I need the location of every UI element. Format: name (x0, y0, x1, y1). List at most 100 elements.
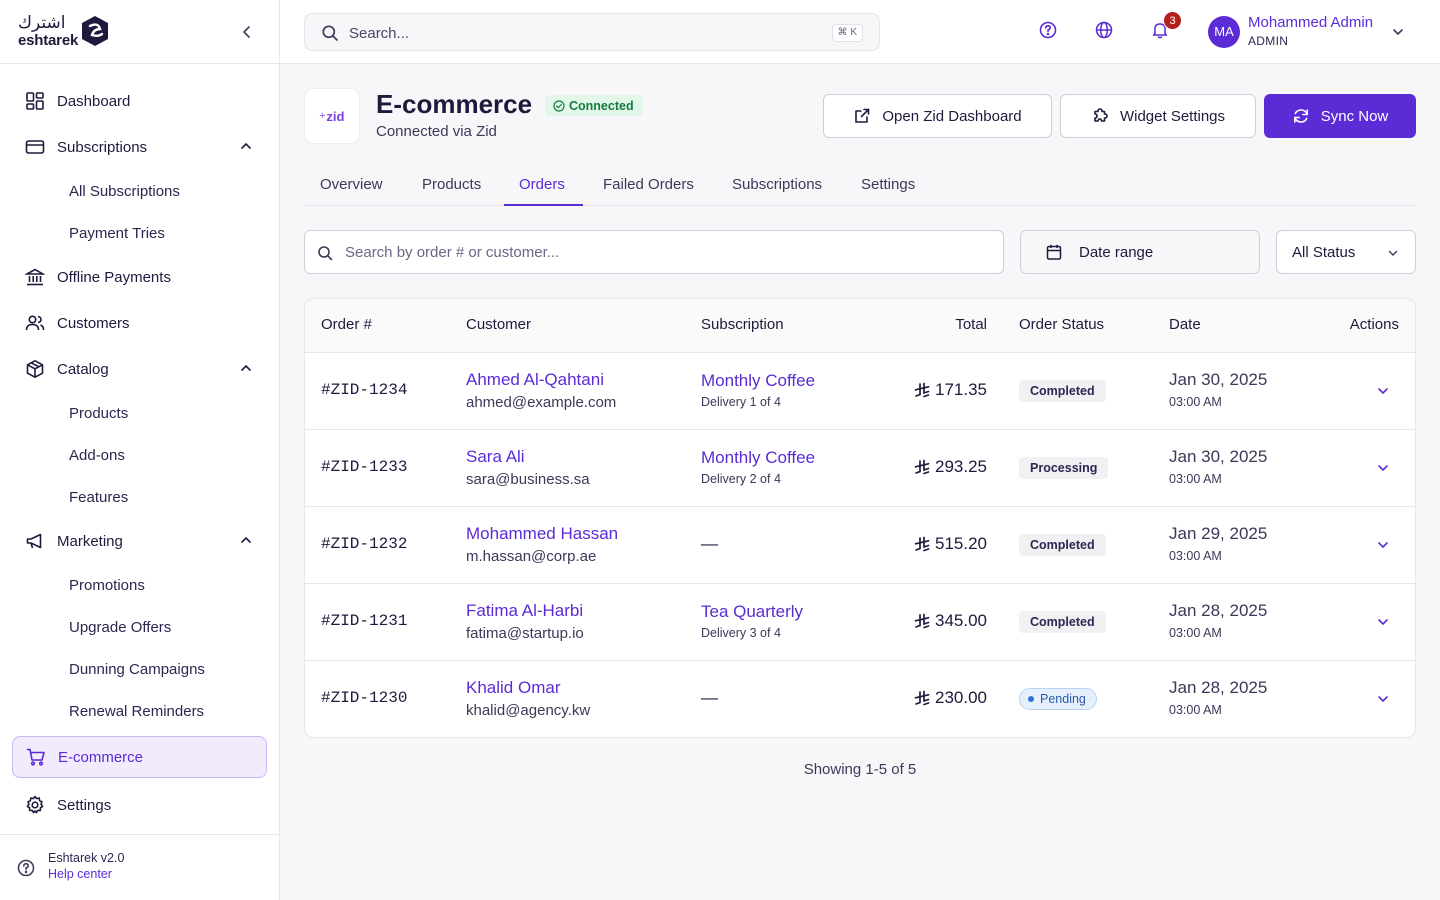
external-link-icon (855, 108, 870, 123)
chevron-up-icon[interactable] (239, 533, 253, 547)
order-status-badge: Completed (1019, 380, 1106, 402)
column-header-subscription: Subscription (701, 316, 784, 333)
sidebar-subitem-upgrade-offers[interactable]: Upgrade Offers (0, 606, 279, 648)
tab-settings[interactable]: Settings (861, 176, 915, 206)
sync-now-button[interactable]: Sync Now (1264, 94, 1416, 138)
tab-products[interactable]: Products (422, 176, 481, 206)
puzzle-icon (1094, 108, 1108, 122)
collapse-sidebar-icon[interactable] (238, 23, 256, 41)
order-time: 03:00 AM (1169, 626, 1222, 640)
subscription-link[interactable]: Tea Quarterly (701, 602, 803, 622)
customer-name-link[interactable]: Ahmed Al-Qahtani (466, 370, 604, 390)
orders-table: Order # Customer Subscription Total Orde… (304, 298, 1416, 738)
order-total: 171.35 (914, 380, 987, 400)
sidebar-item-settings[interactable]: Settings (0, 782, 279, 828)
avatar: MA (1208, 16, 1240, 48)
refresh-icon (1293, 109, 1308, 123)
expand-row-chevron-icon[interactable] (1375, 383, 1391, 399)
global-search[interactable]: ⌘ K (304, 13, 880, 51)
customer-name-link[interactable]: Mohammed Hassan (466, 524, 618, 544)
open-zid-dashboard-button[interactable]: Open Zid Dashboard (823, 94, 1052, 138)
customer-email: khalid@agency.kw (466, 702, 591, 719)
order-search-input[interactable] (345, 242, 985, 262)
order-search[interactable] (304, 230, 1004, 274)
subscription-link[interactable]: Monthly Coffee (701, 371, 815, 391)
riyal-currency-icon (914, 459, 930, 475)
user-menu[interactable]: MA Mohammed Admin ADMIN (1208, 14, 1408, 50)
tab-overview[interactable]: Overview (320, 176, 383, 206)
widget-settings-button[interactable]: Widget Settings (1060, 94, 1256, 138)
riyal-currency-icon (914, 613, 930, 629)
no-subscription: — (701, 534, 718, 553)
global-search-input[interactable] (349, 22, 809, 44)
date-range-picker[interactable]: Date range (1020, 230, 1260, 274)
tab-failed-orders[interactable]: Failed Orders (603, 176, 694, 206)
tab-bar: Overview Products Orders Failed Orders S… (304, 164, 1416, 206)
sidebar-subitem-products[interactable]: Products (0, 392, 279, 434)
expand-row-chevron-icon[interactable] (1375, 460, 1391, 476)
page-subtitle: Connected via Zid (376, 123, 497, 140)
customer-name-link[interactable]: Sara Ali (466, 447, 525, 467)
delivery-progress: Delivery 1 of 4 (701, 395, 781, 409)
sidebar-subitem-payment-tries[interactable]: Payment Tries (0, 212, 279, 254)
brand-wordmark: eshtarek (18, 32, 79, 49)
no-subscription: — (701, 688, 718, 707)
expand-row-chevron-icon[interactable] (1375, 537, 1391, 553)
sidebar-item-subscriptions[interactable]: Subscriptions (0, 124, 279, 170)
chevron-up-icon[interactable] (239, 139, 253, 153)
status-select[interactable]: All Status (1276, 230, 1416, 274)
sidebar-item-offline-payments[interactable]: Offline Payments (0, 254, 279, 300)
sidebar-item-dashboard[interactable]: Dashboard (0, 78, 279, 124)
users-icon (24, 312, 46, 334)
tab-orders[interactable]: Orders (519, 176, 565, 206)
sidebar-subitem-features[interactable]: Features (0, 476, 279, 518)
help-icon[interactable] (1038, 20, 1062, 44)
table-row: #ZID-1231 Fatima Al-Harbi fatima@startup… (305, 584, 1415, 661)
sidebar-item-customers[interactable]: Customers (0, 300, 279, 346)
widget-settings-label: Widget Settings (1119, 107, 1226, 125)
column-header-date: Date (1169, 316, 1201, 333)
pagination-summary: Showing 1-5 of 5 (803, 761, 917, 778)
app-version: Eshtarek v2.0 (48, 851, 125, 865)
sidebar-nav: Dashboard Subscriptions All Subscription… (0, 64, 279, 828)
order-date: Jan 30, 2025 (1169, 447, 1268, 466)
credit-card-icon (24, 136, 46, 158)
order-number: #ZID-1234 (321, 381, 408, 399)
sidebar-item-marketing[interactable]: Marketing (0, 518, 279, 564)
user-role: ADMIN (1248, 34, 1289, 48)
tab-subscriptions[interactable]: Subscriptions (732, 176, 822, 206)
chevron-down-icon (1391, 25, 1405, 39)
sidebar-subitem-all-subscriptions[interactable]: All Subscriptions (0, 170, 279, 212)
active-tab-indicator (504, 204, 583, 206)
sidebar-item-catalog[interactable]: Catalog (0, 346, 279, 392)
riyal-currency-icon (914, 536, 930, 552)
sidebar-subitem-dunning-campaigns[interactable]: Dunning Campaigns (0, 648, 279, 690)
sidebar-subitem-renewal-reminders[interactable]: Renewal Reminders (0, 690, 279, 732)
expand-row-chevron-icon[interactable] (1375, 691, 1391, 707)
sidebar-subitem-add-ons[interactable]: Add-ons (0, 434, 279, 476)
delivery-progress: Delivery 2 of 4 (701, 472, 781, 486)
order-total: 345.00 (914, 611, 987, 631)
table-row: #ZID-1233 Sara Ali sara@business.sa Mont… (305, 430, 1415, 507)
date-range-label: Date range (1079, 243, 1154, 261)
main-content: + zid E-commerce Connected Connected via … (304, 64, 1416, 778)
customer-name-link[interactable]: Fatima Al-Harbi (466, 601, 583, 621)
brand-arabic-wordmark: اشترك (18, 13, 66, 33)
table-header: Order # Customer Subscription Total Orde… (305, 299, 1415, 353)
status-dot (1028, 696, 1034, 702)
order-date: Jan 28, 2025 (1169, 678, 1268, 697)
bank-icon (24, 266, 46, 288)
help-center-link[interactable]: Help center (48, 867, 112, 881)
column-header-total: Total (955, 316, 987, 333)
subscription-link[interactable]: Monthly Coffee (701, 448, 815, 468)
user-name: Mohammed Admin (1248, 14, 1374, 31)
chevron-up-icon[interactable] (239, 361, 253, 375)
sidebar-item-e-commerce[interactable]: E-commerce (12, 736, 267, 778)
customer-name-link[interactable]: Khalid Omar (466, 678, 560, 698)
expand-row-chevron-icon[interactable] (1375, 614, 1391, 630)
cart-icon (25, 746, 47, 768)
globe-icon[interactable] (1094, 20, 1118, 44)
zid-logo: + zid (304, 88, 360, 144)
sidebar-subitem-promotions[interactable]: Promotions (0, 564, 279, 606)
table-row: #ZID-1232 Mohammed Hassan m.hassan@corp.… (305, 507, 1415, 584)
